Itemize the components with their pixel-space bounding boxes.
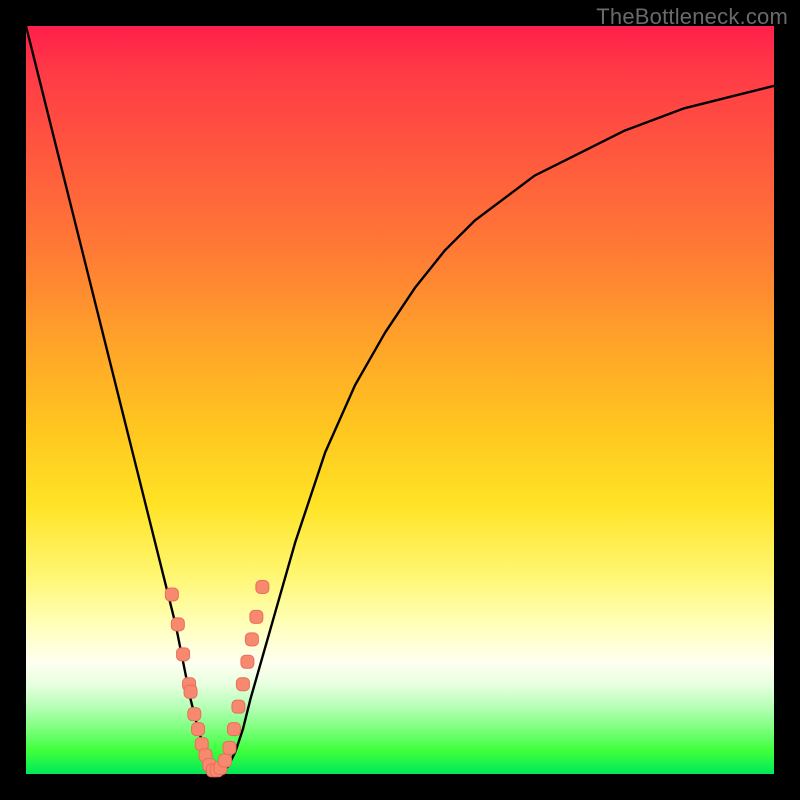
curve-markers [165, 581, 269, 777]
curve-marker [256, 581, 269, 594]
curve-marker [192, 723, 205, 736]
curve-marker [184, 685, 197, 698]
plot-area [26, 26, 774, 774]
curve-marker [250, 610, 263, 623]
curve-marker [218, 754, 231, 767]
curve-marker [241, 655, 254, 668]
curve-marker [245, 633, 258, 646]
curve-marker [165, 588, 178, 601]
curve-marker [232, 700, 245, 713]
curve-marker [177, 648, 190, 661]
watermark-text: TheBottleneck.com [596, 4, 788, 30]
curve-marker [188, 708, 201, 721]
curve-marker [171, 618, 184, 631]
bottleneck-curve [26, 26, 774, 774]
chart-frame: TheBottleneck.com [0, 0, 800, 800]
curve-line [26, 26, 774, 774]
curve-marker [223, 741, 236, 754]
curve-marker [236, 678, 249, 691]
curve-marker [227, 723, 240, 736]
